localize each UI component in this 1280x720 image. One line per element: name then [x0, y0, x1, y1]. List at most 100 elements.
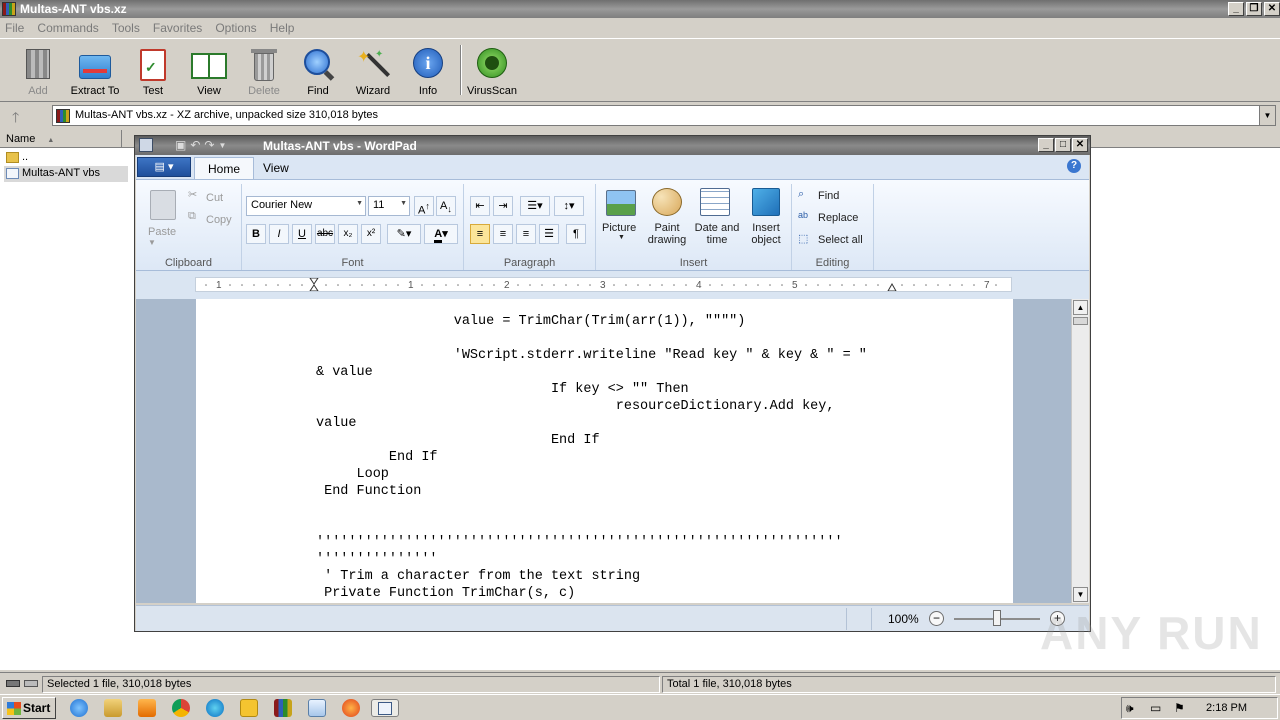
strikethrough-button[interactable]: abc [315, 224, 335, 244]
menu-help[interactable]: Help [265, 18, 300, 38]
test-button[interactable]: ✓ Test [125, 43, 181, 99]
ruler[interactable]: 1 1 2 3 4 5 7 [195, 277, 1012, 292]
firefox-icon[interactable] [342, 699, 360, 717]
add-button[interactable]: Add [10, 43, 66, 99]
winrar-icon[interactable] [274, 699, 292, 717]
wordpad-maximize-button[interactable]: □ [1055, 138, 1071, 152]
underline-button[interactable]: U [292, 224, 312, 244]
wizard-button[interactable]: ✦ ✦ Wizard [345, 43, 401, 99]
ie-icon[interactable] [70, 699, 88, 717]
copy-button[interactable]: Copy [206, 214, 232, 226]
paint-drawing-button[interactable]: Paint drawing [646, 222, 688, 246]
view-button[interactable]: View [181, 43, 237, 99]
name-column-header[interactable]: Name ▲ [0, 130, 122, 148]
superscript-button[interactable]: x² [361, 224, 381, 244]
start-button[interactable]: Start [2, 697, 56, 719]
align-left-button[interactable]: ≡ [470, 224, 490, 244]
align-center-button[interactable]: ≡ [493, 224, 513, 244]
shrink-font-button[interactable]: A↓ [436, 196, 456, 216]
virusscan-button[interactable]: VirusScan [464, 43, 520, 99]
increase-indent-button[interactable]: ⇥ [493, 196, 513, 216]
media-player-icon[interactable] [138, 699, 156, 717]
undo-icon[interactable]: ↶ [190, 138, 200, 152]
picture-button[interactable]: Picture [602, 222, 636, 234]
ruler-label: 1 [216, 280, 222, 291]
notepad-icon[interactable] [308, 699, 326, 717]
select-all-button[interactable]: Select all [818, 234, 863, 246]
chevron-down-icon[interactable]: ▼ [1259, 106, 1275, 125]
menu-tools[interactable]: Tools [107, 18, 145, 38]
font-family-select[interactable]: Courier New ▼ [246, 196, 366, 216]
trash-icon [246, 47, 282, 83]
decrease-indent-button[interactable]: ⇤ [470, 196, 490, 216]
redo-icon[interactable]: ↷ [204, 138, 214, 152]
clock[interactable]: 2:18 PM [1206, 702, 1247, 714]
close-button[interactable]: ✕ [1264, 2, 1280, 16]
restore-button[interactable]: ❐ [1246, 2, 1262, 16]
info-button[interactable]: i Info [400, 43, 456, 99]
find-button[interactable]: Find [290, 43, 346, 99]
scroll-down-arrow[interactable]: ▼ [1073, 587, 1088, 602]
network-icon[interactable]: ▭ [1150, 701, 1161, 715]
chevron-down-icon[interactable]: ▼ [618, 234, 625, 241]
grow-font-button[interactable]: A↑ [414, 196, 434, 217]
tab-home[interactable]: Home [194, 157, 255, 179]
scroll-thumb[interactable] [1073, 317, 1088, 325]
paragraph-settings-button[interactable]: ¶ [566, 224, 586, 244]
flag-icon[interactable]: ⚑ [1174, 701, 1185, 715]
speaker-icon[interactable]: 🕪 [1126, 701, 1134, 716]
chevron-down-icon[interactable]: ▼ [218, 141, 226, 150]
menu-commands[interactable]: Commands [32, 18, 103, 38]
insert-object-button[interactable]: Insert object [746, 222, 786, 246]
date-time-button[interactable]: Date and time [694, 222, 740, 246]
menu-favorites[interactable]: Favorites [148, 18, 207, 38]
replace-button[interactable]: Replace [818, 212, 858, 224]
find-button[interactable]: Find [818, 190, 839, 202]
editing-group-label: Editing [815, 257, 850, 269]
address-field[interactable]: Multas-ANT vbs.xz - XZ archive, unpacked… [52, 105, 1276, 126]
chrome-icon[interactable] [172, 699, 190, 717]
cut-button[interactable]: Cut [206, 192, 223, 204]
document-page[interactable]: value = TrimChar(Trim(arr(1)), """") 'WS… [196, 299, 1013, 603]
application-menu-button[interactable]: ▤ ▾ [137, 157, 191, 177]
bold-button[interactable]: B [246, 224, 266, 244]
line-spacing-button[interactable]: ↕▾ [554, 196, 584, 216]
document-text[interactable]: value = TrimChar(Trim(arr(1)), """") 'WS… [316, 313, 867, 602]
tab-view[interactable]: View [250, 157, 302, 179]
font-size-select[interactable]: 11 ▼ [368, 196, 410, 216]
justify-button[interactable]: ☰ [539, 224, 559, 244]
align-right-button[interactable]: ≡ [516, 224, 536, 244]
list-item[interactable]: .. [4, 150, 128, 166]
zoom-out-button[interactable]: − [929, 611, 944, 626]
wordpad-app-icon[interactable] [139, 138, 153, 152]
menu-file[interactable]: File [0, 18, 29, 38]
edge-icon[interactable] [206, 699, 224, 717]
subscript-button[interactable]: x₂ [338, 224, 358, 244]
italic-button[interactable]: I [269, 224, 289, 244]
wordpad-minimize-button[interactable]: _ [1038, 138, 1054, 152]
zoom-slider-thumb[interactable] [993, 610, 1001, 626]
paste-button[interactable]: Paste [148, 226, 176, 238]
save-icon[interactable]: ▣ [175, 138, 186, 152]
wordpad-close-button[interactable]: ✕ [1072, 138, 1088, 152]
menu-options[interactable]: Options [210, 18, 261, 38]
winrar-window-title: Multas-ANT vbs.xz [20, 2, 127, 16]
wordpad-icon[interactable] [371, 699, 399, 717]
test-checklist-icon: ✓ [135, 47, 171, 83]
outlook-icon[interactable] [240, 699, 258, 717]
vertical-scrollbar[interactable]: ▲ ▼ [1071, 299, 1089, 603]
chevron-down-icon[interactable]: ▼ [148, 238, 156, 247]
bullet-list-button[interactable]: ☰▾ [520, 196, 550, 216]
code-line: Private Function TrimChar(s, c) [316, 586, 576, 601]
scroll-up-arrow[interactable]: ▲ [1073, 300, 1088, 315]
explorer-icon[interactable] [104, 699, 122, 717]
extract-to-button[interactable]: Extract To [67, 43, 123, 99]
delete-button[interactable]: Delete [236, 43, 292, 99]
up-arrow-icon[interactable]: 🡑 [12, 107, 19, 131]
text-color-button[interactable]: A▾ [424, 224, 458, 244]
highlight-color-button[interactable]: ✎▾ [387, 224, 421, 244]
code-line: ''''''''''''''''''''''''''''''''''''''''… [316, 535, 843, 550]
list-item[interactable]: Multas-ANT vbs [4, 166, 128, 182]
help-icon[interactable]: ? [1067, 159, 1081, 173]
minimize-button[interactable]: _ [1228, 2, 1244, 16]
